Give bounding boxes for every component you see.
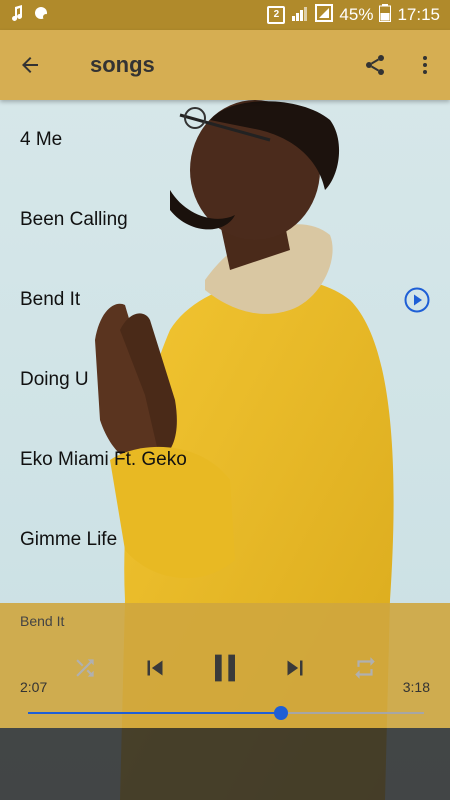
current-time: 2:07 bbox=[20, 679, 48, 695]
share-icon bbox=[366, 55, 384, 75]
more-vert-icon bbox=[423, 56, 427, 74]
battery-icon bbox=[379, 3, 392, 27]
song-item[interactable]: Doing U bbox=[0, 340, 450, 420]
song-list: 4 Me Been Calling Bend It Doing U Eko Mi… bbox=[0, 100, 450, 580]
battery-percent: 45% bbox=[339, 5, 374, 24]
clock: 17:15 bbox=[397, 5, 440, 24]
song-title: Doing U bbox=[20, 369, 89, 390]
previous-icon bbox=[147, 660, 163, 676]
repeat-icon bbox=[355, 657, 375, 679]
seek-bar[interactable] bbox=[28, 703, 424, 723]
pause-button[interactable] bbox=[200, 643, 250, 693]
total-time: 3:18 bbox=[402, 679, 430, 695]
song-item[interactable]: Been Calling bbox=[0, 180, 450, 260]
repeat-button[interactable] bbox=[340, 643, 390, 693]
song-item[interactable]: 4 Me bbox=[0, 100, 450, 180]
song-title: Bend It bbox=[20, 289, 81, 310]
next-icon bbox=[287, 660, 303, 676]
seek-progress bbox=[28, 712, 282, 714]
previous-button[interactable] bbox=[130, 643, 180, 693]
back-arrow-icon bbox=[22, 57, 38, 73]
pause-icon bbox=[215, 654, 235, 682]
shuffle-button[interactable] bbox=[60, 643, 110, 693]
sim-badge: 2 bbox=[267, 6, 286, 24]
song-item[interactable]: Eko Miami Ft. Geko bbox=[0, 420, 450, 500]
data-signal-icon bbox=[315, 3, 334, 27]
song-title: 4 Me bbox=[20, 129, 63, 150]
seek-thumb[interactable] bbox=[274, 706, 289, 720]
app-bar: songs bbox=[0, 30, 450, 100]
notification-icon bbox=[34, 5, 50, 26]
now-playing-title: Bend It bbox=[20, 613, 65, 629]
share-button[interactable] bbox=[350, 30, 400, 100]
song-item[interactable]: Gimme Life bbox=[0, 500, 450, 580]
player-panel: Bend It 2:07 3:18 bbox=[0, 603, 450, 728]
shuffle-icon bbox=[76, 659, 94, 677]
player-controls bbox=[60, 643, 390, 693]
play-circle-icon[interactable] bbox=[404, 287, 430, 313]
page-title: songs bbox=[90, 52, 155, 77]
song-title: Gimme Life bbox=[20, 529, 118, 550]
song-title: Been Calling bbox=[20, 209, 128, 230]
more-options-button[interactable] bbox=[400, 30, 450, 100]
signal-icon bbox=[291, 5, 309, 26]
song-item[interactable]: Bend It bbox=[0, 260, 450, 340]
status-bar: 2 45% 17:15 bbox=[0, 0, 450, 30]
music-note-icon bbox=[10, 4, 24, 26]
song-title: Eko Miami Ft. Geko bbox=[20, 449, 187, 470]
next-button[interactable] bbox=[270, 643, 320, 693]
back-button[interactable] bbox=[0, 30, 60, 100]
